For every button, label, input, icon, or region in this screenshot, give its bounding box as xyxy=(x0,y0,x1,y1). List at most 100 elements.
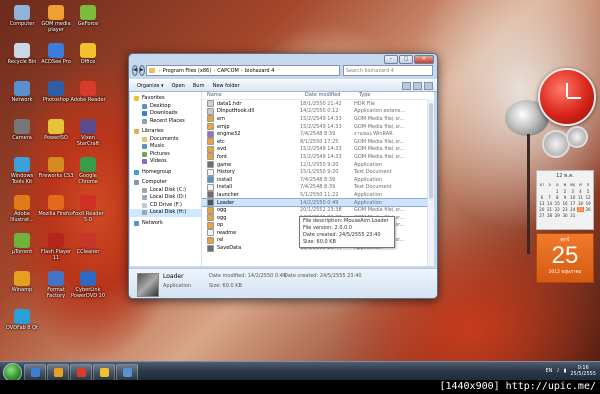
file-row[interactable]: engine32 7/4/2548 8:39 งานของ WinRAR xyxy=(202,130,434,138)
close-button[interactable]: ✕ xyxy=(414,55,434,64)
desktop-icon-acdsee-pro[interactable]: ACDSee Pro xyxy=(38,43,74,65)
taskbar-item[interactable] xyxy=(24,364,46,380)
calendar-gadget[interactable]: 12 พ.ค. อาจอพพฤศส 1 2 3 4 5 6 7 8 9 10 11 12 13 14 15 16… xyxy=(536,170,594,283)
calendar-day[interactable]: 3 xyxy=(569,189,577,194)
desktop-icon-photoshop[interactable]: Photoshop xyxy=(38,81,74,103)
desktop-icon-camera[interactable]: Camera xyxy=(4,119,40,141)
calendar-day[interactable]: 7 xyxy=(546,195,554,200)
file-row[interactable]: font 15/2/2549 14:33 GOM Media file(.sr... xyxy=(202,153,434,161)
calendar-day[interactable]: 21 xyxy=(546,207,554,212)
taskbar-item[interactable] xyxy=(70,364,92,380)
desktop-icon-windows-tools-kit[interactable]: Windows Tools Kit xyxy=(4,157,40,185)
column-name[interactable]: Name xyxy=(202,92,305,99)
desktop-icon-gom-media-player[interactable]: GOM media player xyxy=(38,5,74,33)
desktop-icon-adobe-reader[interactable]: Adobe Reader xyxy=(70,81,106,103)
desktop-icon-winamp[interactable]: Winamp xyxy=(4,271,40,293)
minimize-button[interactable]: – xyxy=(384,55,398,64)
nav-local-disk-d[interactable]: Local Disk (D:) xyxy=(130,194,201,202)
help-icon[interactable] xyxy=(424,81,433,90)
desktop-icon-ccleaner[interactable]: CCleaner xyxy=(70,233,106,255)
calendar-day[interactable]: 24 xyxy=(569,207,577,212)
view-options-icon[interactable] xyxy=(402,81,411,90)
desktop-icon-flash-player-11[interactable]: Flash Player 11 xyxy=(38,233,74,261)
vertical-scrollbar[interactable] xyxy=(427,99,434,266)
column-date-modified[interactable]: Date modified xyxy=(305,92,359,99)
language-indicator[interactable]: EN xyxy=(545,368,552,374)
calendar-day[interactable]: 23 xyxy=(561,207,569,212)
calendar-day[interactable]: 2 xyxy=(561,189,569,194)
clock-gadget[interactable] xyxy=(538,68,596,126)
column-type[interactable]: Type xyxy=(359,92,419,99)
calendar-day[interactable]: 10 xyxy=(569,195,577,200)
calendar-day[interactable]: 22 xyxy=(553,207,561,212)
calendar-day[interactable]: 4 xyxy=(577,189,585,194)
desktop-icon-office[interactable]: Office xyxy=(70,43,106,65)
address-bar[interactable]: › Program Files (x86) › CAPCOM › biohaza… xyxy=(145,65,340,76)
calendar-day[interactable]: 17 xyxy=(569,201,577,206)
preview-pane-icon[interactable] xyxy=(413,81,422,90)
new-folder-button[interactable]: New folder xyxy=(213,83,240,89)
nav-documents[interactable]: Documents xyxy=(130,136,201,144)
desktop-icon-network[interactable]: Network xyxy=(4,81,40,103)
calendar-day[interactable]: 14 xyxy=(546,201,554,206)
search-input[interactable]: Search biohazard 4 xyxy=(342,65,433,76)
calendar-day[interactable]: 13 xyxy=(538,201,546,206)
calendar-day[interactable]: 18 xyxy=(577,201,585,206)
desktop-icon-torrent[interactable]: µTorrent xyxy=(4,233,40,255)
nav-network[interactable]: Network xyxy=(130,220,201,228)
file-row[interactable]: data1.hdr 18/1/2550 21:42 HDR File xyxy=(202,100,434,108)
desktop-icon-poweriso[interactable]: PowerISO xyxy=(38,119,74,141)
back-button[interactable]: ◀ xyxy=(132,65,138,76)
calendar-day[interactable]: 15 xyxy=(553,201,561,206)
file-row[interactable]: em 15/2/2549 14:33 GOM Media file(.sr... xyxy=(202,115,434,123)
nav-downloads[interactable]: Downloads xyxy=(130,110,201,118)
nav-pictures[interactable]: Pictures xyxy=(130,151,201,159)
nav-videos[interactable]: Videos xyxy=(130,158,201,166)
calendar-day[interactable]: 1 xyxy=(553,189,561,194)
calendar-day[interactable]: 29 xyxy=(553,213,561,218)
desktop-icon-computer[interactable]: Computer xyxy=(4,5,40,27)
file-row[interactable]: evd 15/2/2549 14:33 GOM Media file(.sr... xyxy=(202,145,434,154)
nav-libraries[interactable]: Libraries xyxy=(130,128,201,136)
file-row[interactable]: install 7/4/2548 8:39 Application xyxy=(202,176,434,184)
desktop-icon-google-chrome[interactable]: Google Chrome xyxy=(70,157,106,185)
file-row[interactable]: game 12/1/2550 9:20 Application xyxy=(202,161,434,169)
forward-button[interactable]: ▶ xyxy=(138,65,145,76)
nav-local-disk-h[interactable]: Local Disk (H:) xyxy=(130,209,201,217)
nav-local-disk-c[interactable]: Local Disk (C:) xyxy=(130,187,201,195)
file-row[interactable]: etc 8/1/2550 17:25 GOM Media file(.sr... xyxy=(202,138,434,146)
desktop-icon-format-factory[interactable]: Format Factory xyxy=(38,271,74,299)
file-row[interactable]: ogg 20/1/2552 23:38 GOM Media file(.sr... xyxy=(202,206,434,214)
volume-icon[interactable]: ♪ xyxy=(556,368,559,374)
nav-music[interactable]: Music xyxy=(130,143,201,151)
burn-button[interactable]: Burn xyxy=(193,83,205,89)
breadcrumb-1[interactable]: CAPCOM xyxy=(217,68,239,74)
calendar-day[interactable]: 25 xyxy=(576,207,585,212)
window-titlebar[interactable]: – □ ✕ xyxy=(129,54,437,64)
desktop-icon-adobe-illustrat[interactable]: Adobe Illustrat... xyxy=(4,195,40,223)
nav-recent-places[interactable]: Recent Places xyxy=(130,118,201,126)
calendar-day[interactable]: 30 xyxy=(561,213,569,218)
file-row[interactable]: History 15/1/2550 9:20 Text Document xyxy=(202,168,434,176)
breadcrumb-0[interactable]: Program Files (x86) xyxy=(163,68,211,74)
nav-homegroup[interactable]: Homegroup xyxy=(130,169,201,177)
start-button[interactable] xyxy=(3,363,22,380)
calendar-day[interactable]: 27 xyxy=(538,213,546,218)
calendar-day[interactable]: 8 xyxy=(553,195,561,200)
calendar-day[interactable]: 31 xyxy=(569,213,577,218)
calendar-day[interactable]: 19 xyxy=(584,201,592,206)
maximize-button[interactable]: □ xyxy=(399,55,413,64)
taskbar-item[interactable] xyxy=(47,364,69,380)
taskbar-clock[interactable]: 0:16 25/5/2555 xyxy=(570,365,596,377)
organize-button[interactable]: Organize ▾ xyxy=(137,83,164,89)
desktop-icon-recycle-bin[interactable]: Recycle Bin xyxy=(4,43,40,65)
calendar-day[interactable]: 9 xyxy=(561,195,569,200)
file-row[interactable]: Loader 14/2/2550 0:49 Application xyxy=(202,197,434,208)
desktop-icon-dvdfab-8-qt[interactable]: DVDFab 8 Qt xyxy=(4,309,40,331)
desktop-icon-mozilla-firefox[interactable]: Mozilla Firefox xyxy=(38,195,74,217)
calendar-day[interactable]: 5 xyxy=(584,189,592,194)
calendar-day[interactable]: 11 xyxy=(577,195,585,200)
open-button[interactable]: Open xyxy=(172,83,185,89)
desktop-icon-geforce[interactable]: GeForce xyxy=(70,5,106,27)
file-row[interactable]: DInputHook.dll 14/2/2550 0:12 Application … xyxy=(202,107,434,116)
